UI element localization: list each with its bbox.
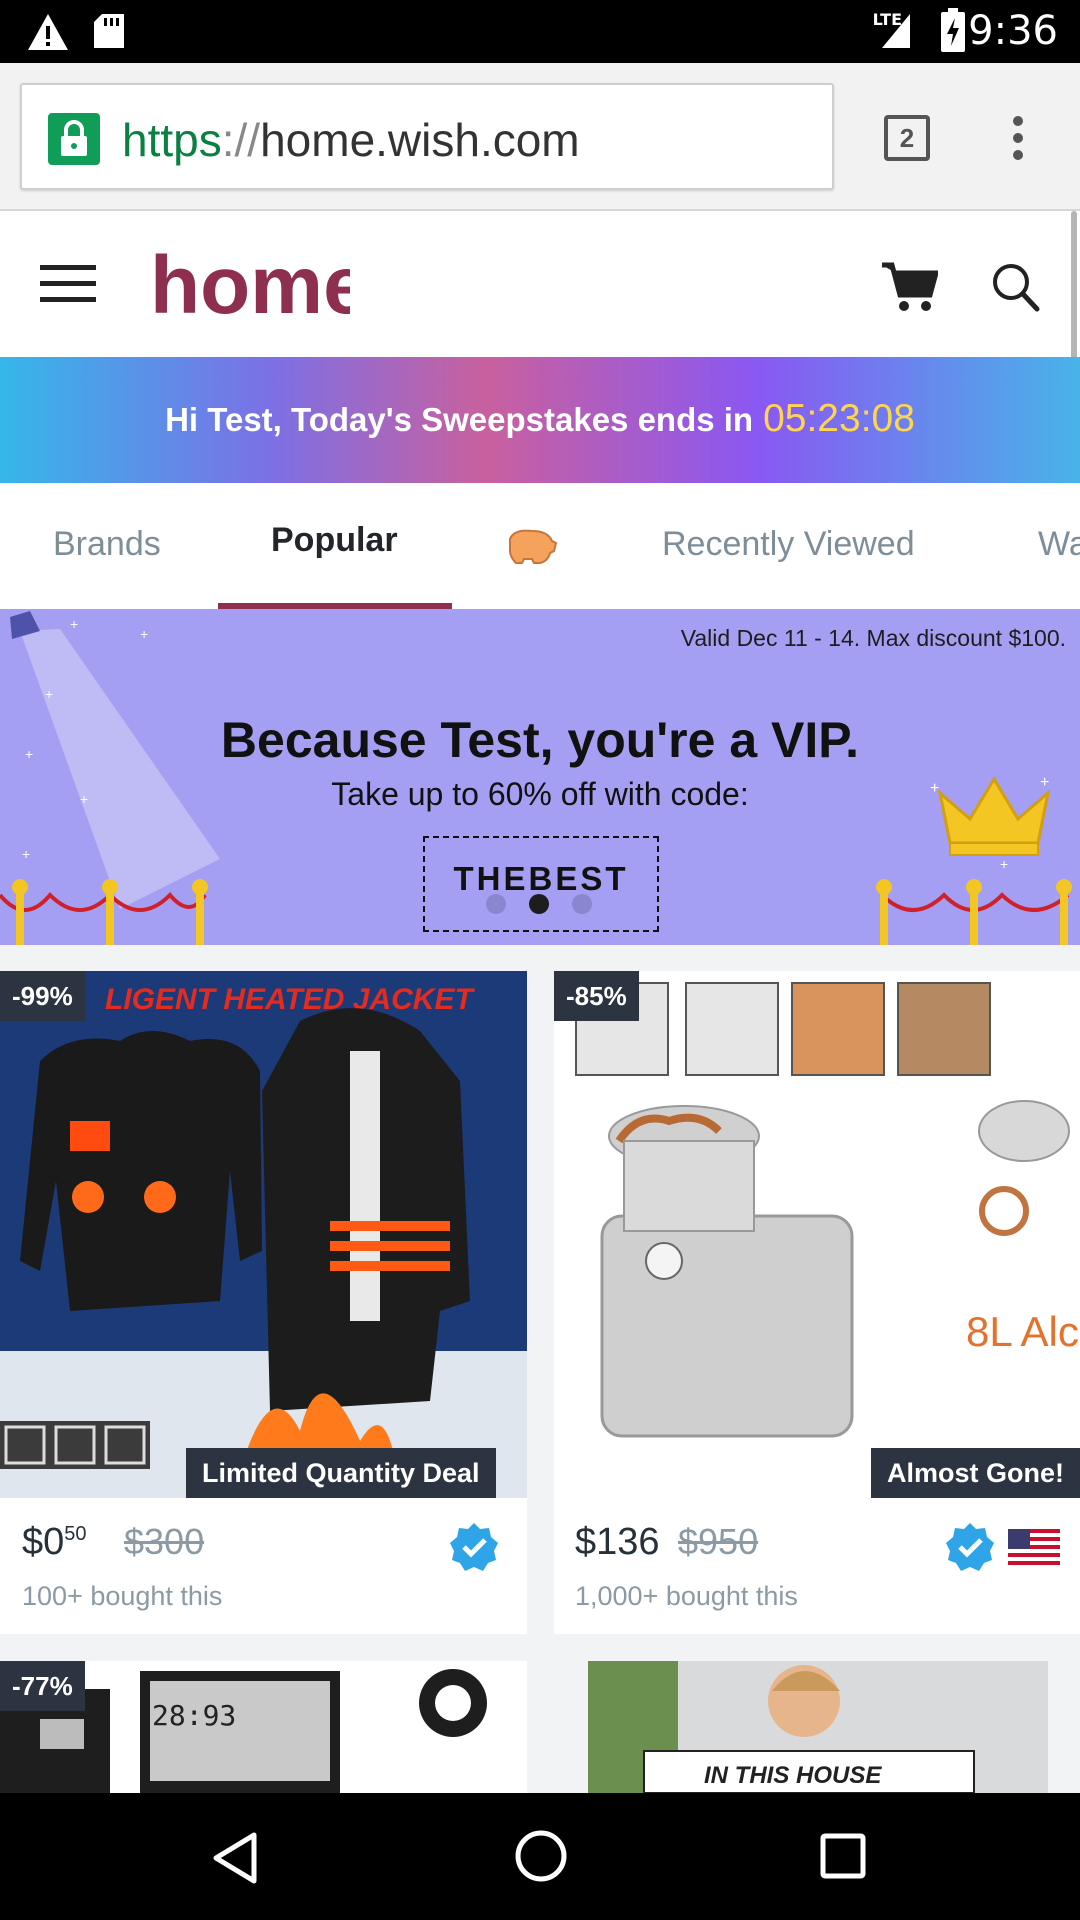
bought-count: 100+ bought this — [22, 1581, 223, 1611]
hamburger-menu-icon[interactable] — [40, 263, 96, 303]
product-image-house-banner: IN THIS HOUSE — [554, 1661, 1080, 1793]
carousel-dot-1[interactable] — [486, 894, 506, 914]
promo-headline: Because Test, you're a VIP. — [220, 712, 860, 768]
original-price: $950 — [678, 1521, 759, 1562]
warning-icon — [28, 14, 68, 50]
tab-switcher-button[interactable]: 2 — [884, 115, 930, 161]
original-price: $300 — [124, 1521, 205, 1562]
velvet-rope-right-illustration — [876, 879, 1072, 945]
cart-icon[interactable] — [880, 261, 938, 313]
tab-piggy-bank-icon[interactable] — [504, 527, 558, 567]
carousel-dot-3[interactable] — [572, 894, 592, 914]
signal-icon — [882, 14, 910, 48]
sd-card-icon — [94, 14, 124, 48]
verified-badge-icon — [450, 1523, 498, 1571]
logo-text: home — [150, 241, 350, 331]
deal-badge: Limited Quantity Deal — [186, 1448, 496, 1498]
url-text: https://home.wish.com — [122, 113, 580, 167]
address-bar[interactable]: https://home.wish.com — [20, 83, 834, 190]
product-image-heated-jacket: LIGENT HEATED JACKET — [0, 971, 527, 1498]
status-bar: LTE 9:36 — [0, 0, 1080, 63]
promo-subline: Take up to 60% off with code: — [331, 776, 749, 812]
weather-display-text: 28:93 — [152, 1699, 236, 1732]
home-button-icon[interactable] — [514, 1829, 568, 1883]
svg-text:+: + — [70, 616, 78, 632]
sweepstakes-countdown: 05:23:08 — [763, 397, 915, 440]
lock-icon — [48, 113, 100, 165]
battery-charging-icon — [941, 8, 965, 52]
svg-text:+: + — [22, 846, 30, 862]
discount-badge: -85% — [554, 971, 639, 1021]
url-host: home.wish.com — [260, 114, 580, 166]
price-main: $0 — [22, 1521, 65, 1563]
home-logo[interactable]: home — [150, 241, 350, 333]
sweepstakes-message: Hi Test, Today's Sweepstakes ends in — [165, 401, 754, 438]
product-card[interactable]: 8L Alcohol -85% Almost Gone! $136 $950 1… — [554, 971, 1080, 1634]
discount-badge: -77% — [0, 1661, 85, 1711]
carousel-dots — [486, 892, 596, 916]
sweepstakes-banner[interactable]: Hi Test, Today's Sweepstakes ends in 05:2… — [0, 357, 1080, 483]
promo-validity: Valid Dec 11 - 14. Max discount $100. — [680, 625, 1066, 651]
velvet-rope-left-illustration — [0, 879, 208, 945]
site-header: home — [0, 211, 1080, 357]
svg-text:+: + — [140, 626, 148, 642]
tab-brands[interactable]: Brands — [53, 525, 161, 564]
tab-popular[interactable]: Popular — [271, 521, 398, 560]
overflow-menu-icon[interactable] — [1006, 115, 1030, 161]
recent-apps-icon[interactable] — [820, 1833, 866, 1879]
price-cents: 50 — [64, 1523, 87, 1545]
promo-code-box[interactable]: THEBEST — [423, 836, 659, 932]
still-image-text: 8L Alcohol — [966, 1308, 1080, 1355]
bought-count: 1,000+ bought this — [575, 1581, 798, 1611]
carousel-dot-2[interactable] — [529, 894, 549, 914]
url-separator: :// — [221, 114, 261, 166]
system-navigation-bar — [0, 1793, 1080, 1920]
product-price: $050 — [22, 1521, 87, 1564]
tab-recently-viewed[interactable]: Recently Viewed — [662, 525, 915, 564]
jacket-image-text: LIGENT HEATED JACKET — [105, 983, 475, 1016]
product-image-still-kit: 8L Alcohol — [554, 971, 1080, 1498]
banner-image-text: IN THIS HOUSE — [704, 1762, 882, 1789]
deal-badge: Almost Gone! — [870, 1448, 1080, 1498]
verified-badge-icon — [946, 1523, 994, 1571]
discount-badge: -99% — [0, 971, 85, 1021]
svg-text:+: + — [45, 686, 53, 702]
product-card[interactable]: 28:93 -77% — [0, 1661, 527, 1793]
back-icon[interactable] — [210, 1831, 260, 1885]
price-main: $136 — [575, 1521, 660, 1563]
browser-toolbar: https://home.wish.com 2 — [0, 63, 1080, 211]
clock: 9:36 — [968, 8, 1058, 54]
product-price: $136 — [575, 1521, 660, 1564]
search-icon[interactable] — [990, 261, 1040, 313]
product-card[interactable]: LIGENT HEATED JACKET -99% Limited Quanti… — [0, 971, 527, 1634]
url-scheme: https — [122, 114, 222, 166]
tab-wa[interactable]: Wa — [1038, 525, 1080, 564]
product-card[interactable]: IN THIS HOUSE — [554, 1661, 1080, 1793]
category-tabs: Brands Popular Recently Viewed Wa — [0, 483, 1080, 609]
us-flag-icon — [1008, 1529, 1060, 1567]
